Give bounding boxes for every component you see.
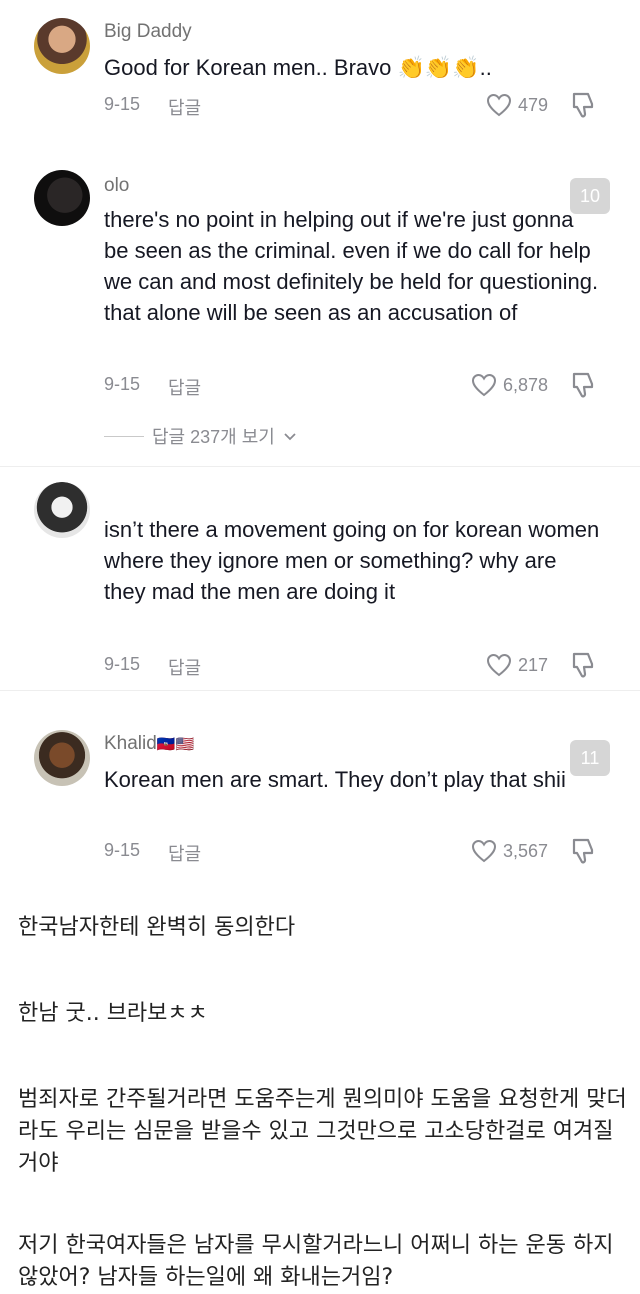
- username-text: Khalid: [104, 733, 157, 754]
- reply-button[interactable]: 답글: [168, 94, 201, 120]
- like-button[interactable]: 479: [486, 90, 548, 120]
- reply-button[interactable]: 답글: [168, 840, 201, 866]
- comment-date: 9-15: [104, 840, 141, 860]
- heart-icon: [486, 653, 511, 677]
- comment-meta: 9-15 답글 3,567: [104, 836, 604, 866]
- comment-text: there's no point in helping out if we're…: [104, 207, 599, 325]
- translation-text: 범죄자로 간주될거라면 도움주는게 뭔의미야 도움을 요청한게 맞더라도 우리는…: [18, 1087, 627, 1176]
- comment-text-body: Good for Korean men.. Bravo: [104, 55, 398, 80]
- comment-item: Khalid🇭🇹🇺🇸 11 Korean men are smart. They…: [0, 720, 640, 890]
- like-count: 479: [517, 94, 548, 115]
- like-button[interactable]: 6,878: [471, 370, 548, 400]
- comment-meta: 9-15 답글 217: [104, 650, 604, 680]
- like-button[interactable]: 3,567: [471, 836, 548, 866]
- comment-username[interactable]: olo: [104, 174, 129, 198]
- avatar[interactable]: [34, 18, 90, 74]
- heart-icon: [471, 839, 496, 863]
- reply-button[interactable]: 답글: [168, 654, 201, 680]
- comment-item: olo 10 there's no point in helping out i…: [0, 160, 640, 460]
- dislike-icon[interactable]: [568, 90, 598, 120]
- comment-username[interactable]: Big Daddy: [104, 20, 192, 44]
- dislike-icon[interactable]: [568, 370, 598, 400]
- view-replies-label: 답글 237개 보기: [152, 427, 275, 447]
- flags-emoji: 🇭🇹🇺🇸: [156, 736, 195, 753]
- like-count: 3,567: [502, 840, 548, 861]
- avatar[interactable]: [34, 482, 90, 538]
- section-divider: [0, 690, 640, 691]
- comment-date: 9-15: [104, 94, 141, 114]
- divider-line: [104, 435, 144, 437]
- comment-text: Good for Korean men.. Bravo 👏👏👏..: [104, 52, 604, 83]
- comment-username[interactable]: Khalid🇭🇹🇺🇸: [104, 732, 194, 757]
- section-divider: [0, 466, 640, 467]
- like-button[interactable]: 217: [486, 650, 548, 680]
- comment-date: 9-15: [104, 654, 141, 674]
- comment-item: Big Daddy Good for Korean men.. Bravo 👏👏…: [0, 0, 640, 140]
- reply-button[interactable]: 답글: [168, 374, 201, 400]
- like-count: 217: [517, 654, 548, 675]
- comment-text: Korean men are smart. They don’t play th…: [104, 767, 566, 792]
- clap-emoji: 👏👏👏..: [397, 55, 492, 80]
- avatar[interactable]: [34, 170, 90, 226]
- comment-date: 9-15: [104, 374, 141, 394]
- heart-icon: [486, 93, 511, 117]
- translation-text: 저기 한국여자들은 남자를 무시할거라느니 어쩌니 하는 운동 하지않았어? 남…: [18, 1233, 614, 1290]
- comment-item: isn’t there a movement going on for kore…: [0, 470, 640, 690]
- translation-text: 한남 굿.. 브라보ㅊㅊ: [18, 1001, 208, 1026]
- dislike-icon[interactable]: [568, 650, 598, 680]
- comment-meta: 9-15 답글 6,878: [104, 370, 604, 400]
- comment-meta: 9-15 답글 479: [104, 90, 604, 120]
- comment-text: isn’t there a movement going on for kore…: [104, 517, 600, 604]
- like-count: 6,878: [502, 374, 548, 395]
- avatar[interactable]: [34, 730, 90, 786]
- heart-icon: [471, 373, 496, 397]
- dislike-icon[interactable]: [568, 836, 598, 866]
- translation-text: 한국남자한테 완벽히 동의한다: [18, 915, 296, 940]
- chevron-down-icon: [284, 433, 296, 441]
- view-replies-button[interactable]: 답글 237개 보기: [104, 422, 297, 450]
